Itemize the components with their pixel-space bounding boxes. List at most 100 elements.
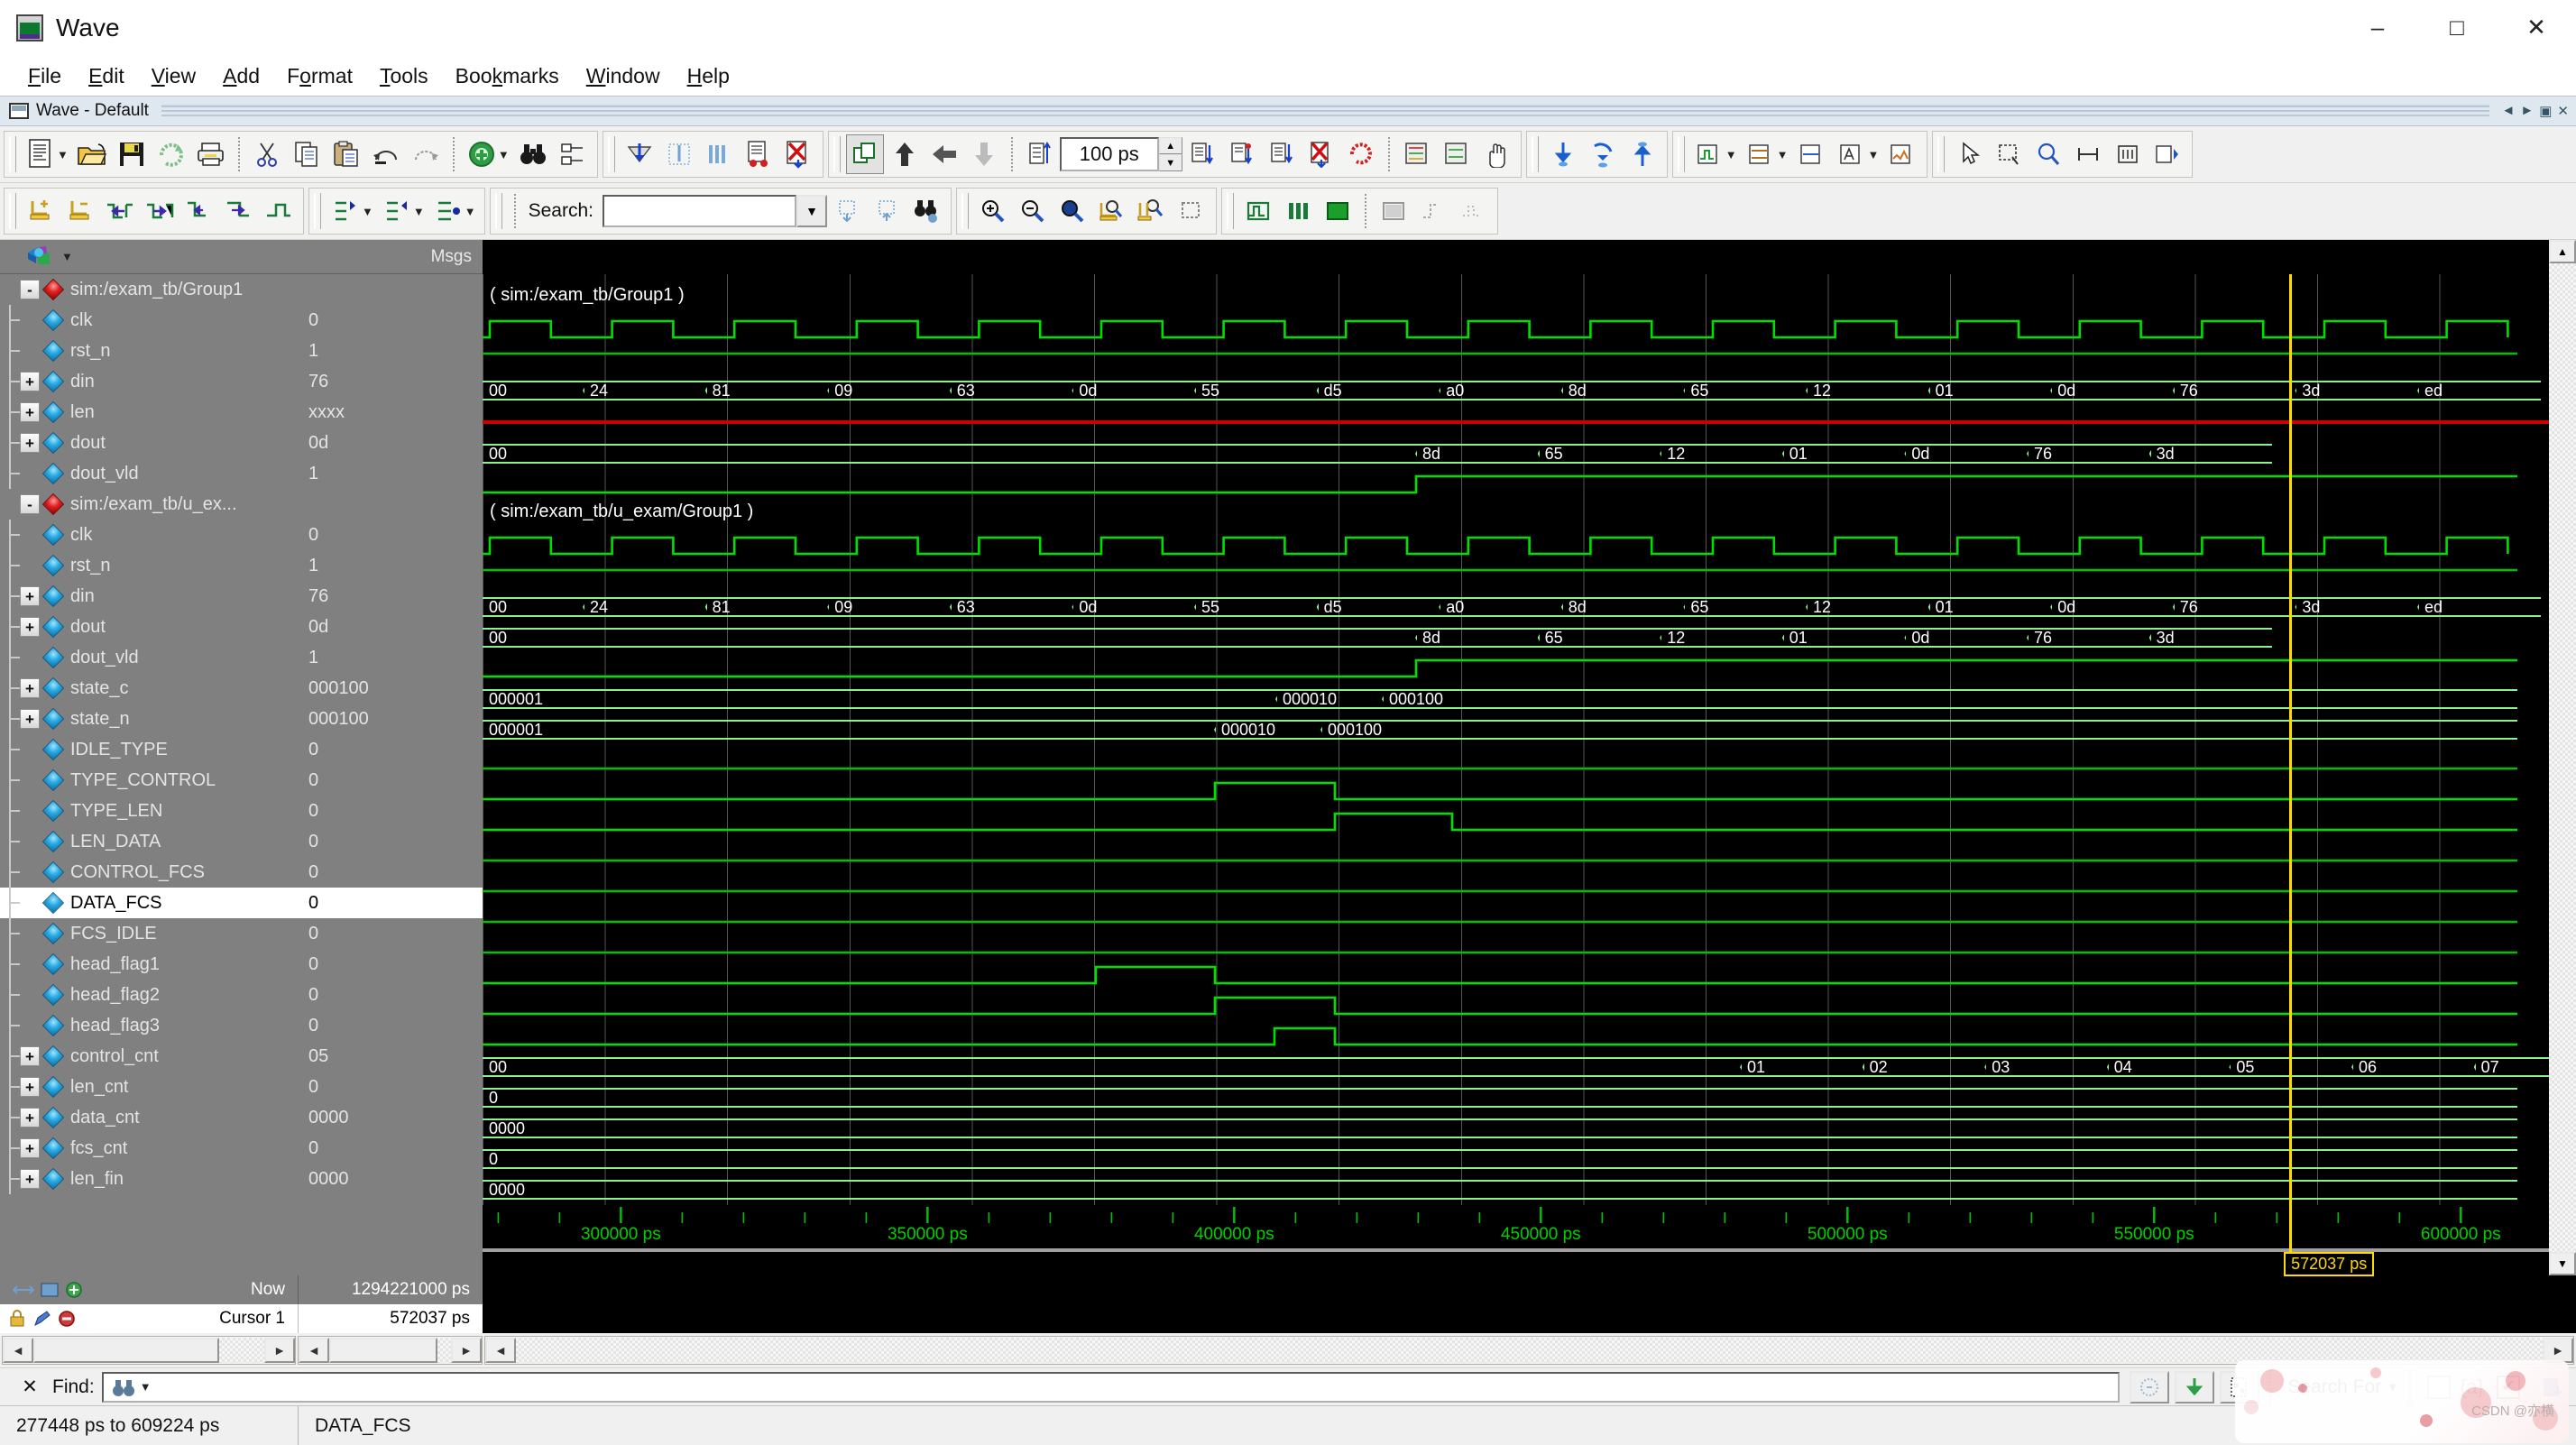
cursor-label-cell[interactable]: Cursor 1 [0, 1304, 298, 1333]
names-scroll-right[interactable]: ► [264, 1338, 295, 1363]
expander-expand-icon[interactable]: + [20, 372, 40, 391]
zoom-cursor-icon[interactable] [1093, 191, 1131, 231]
wave-style-bar-icon[interactable] [1279, 191, 1317, 231]
bookmark-next-icon[interactable] [1584, 134, 1622, 174]
maximize-button[interactable]: □ [2417, 0, 2497, 55]
run-icon[interactable] [1183, 134, 1221, 174]
signal-row-fcs_idle[interactable]: FCS_IDLE [0, 918, 298, 949]
undock-icon[interactable]: ▣ [2539, 103, 2552, 119]
hand-pan-icon[interactable] [1477, 134, 1515, 174]
new-document-icon[interactable] [22, 134, 60, 174]
signal-row-fcs_cnt[interactable]: +fcs_cnt [0, 1133, 298, 1164]
wave-default-tabstrip[interactable]: Wave - Default ◄ ► ▣ ✕ [0, 96, 2576, 126]
search-exact-checkbox[interactable] [2427, 1376, 2451, 1399]
signal-row-data_fcs[interactable]: DATA_FCS [0, 888, 298, 918]
run-all-icon[interactable] [740, 134, 777, 174]
wave-scroll-right[interactable]: ► [2543, 1338, 2573, 1363]
find-case-icon[interactable] [2130, 1371, 2169, 1404]
close-button[interactable]: ✕ [2497, 0, 2576, 55]
signal-row-din[interactable]: +din [0, 581, 298, 612]
names-scroll-left[interactable]: ◄ [3, 1338, 33, 1363]
annotate-tool-icon[interactable] [2109, 134, 2147, 174]
signal-row-head_flag2[interactable]: head_flag2 [0, 980, 298, 1010]
pointer-tool-icon[interactable] [1950, 134, 1988, 174]
menu-view[interactable]: View [138, 60, 209, 92]
dock-left-icon[interactable]: ◄ [2502, 103, 2516, 119]
signal-row-head_flag1[interactable]: head_flag1 [0, 949, 298, 980]
add-wave-icon[interactable] [463, 134, 501, 174]
break-simulation-icon[interactable] [779, 134, 817, 174]
delete-cursor-icon[interactable] [61, 191, 99, 231]
signal-row-din[interactable]: +din [0, 366, 298, 397]
scroll-up-arrow[interactable]: ▲ [2549, 240, 2576, 263]
open-folder-icon[interactable] [73, 134, 111, 174]
wave-style-dither-icon[interactable] [1375, 191, 1412, 231]
wave-style-outline-icon[interactable] [1414, 191, 1452, 231]
save-icon[interactable] [113, 134, 151, 174]
values-scroll-right[interactable]: ► [451, 1338, 482, 1363]
waveform-canvas[interactable]: ( sim:/exam_tb/Group1 )00248109630d55d5a… [483, 274, 2549, 1205]
signal-row-len_fin[interactable]: +len_fin [0, 1164, 298, 1194]
bookmark-prev-icon[interactable] [1624, 134, 1661, 174]
find-prev-transition-icon[interactable] [101, 191, 139, 231]
toolbar-handle-7[interactable] [9, 193, 16, 229]
find-falling-edge-icon[interactable] [180, 191, 218, 231]
find-any-edge-icon[interactable] [260, 191, 298, 231]
run-length-input[interactable]: 100 ps [1060, 137, 1159, 171]
bookmark-add-icon[interactable] [1544, 134, 1582, 174]
menu-edit[interactable]: Edit [75, 60, 138, 92]
menu-add[interactable]: Add [209, 60, 273, 92]
stepper-up[interactable]: ▲ [1159, 137, 1182, 154]
measure-tool-icon[interactable] [2069, 134, 2107, 174]
find-rising-edge-icon[interactable] [220, 191, 258, 231]
stop-simulation-icon[interactable] [1302, 134, 1340, 174]
cursor-row-icons[interactable] [0, 1310, 76, 1328]
expander-expand-icon[interactable]: + [20, 586, 40, 606]
signal-row-type_len[interactable]: TYPE_LEN [0, 796, 298, 826]
signal-row-dout_vld[interactable]: dout_vld [0, 458, 298, 489]
zoom-in-icon[interactable] [974, 191, 1012, 231]
signal-row-dout_vld[interactable]: dout_vld [0, 642, 298, 673]
signal-row-clk[interactable]: clk [0, 305, 298, 336]
wave-scroll-track[interactable] [516, 1338, 2543, 1363]
wave-scroll-left[interactable]: ◄ [485, 1338, 516, 1363]
signal-row-clk[interactable]: clk [0, 520, 298, 550]
menu-tools[interactable]: Tools [366, 60, 442, 92]
scroll-track[interactable] [2549, 263, 2576, 1252]
group-objects-icon[interactable] [846, 134, 884, 174]
toolbar-handle-6[interactable] [1937, 136, 1945, 172]
expander-expand-icon[interactable]: + [20, 1169, 40, 1189]
regex-icon[interactable]: {a} [2460, 1376, 2484, 1399]
paste-icon[interactable] [327, 134, 365, 174]
tabstrip-drag-grip[interactable] [161, 105, 2489, 117]
signal-names-list[interactable]: -sim:/exam_tb/Group1clkrst_n+din+len+dou… [0, 274, 298, 1275]
find-dropdown-icon[interactable]: ▼ [140, 1380, 152, 1394]
zoom-out-icon[interactable] [1014, 191, 1052, 231]
run-continue-icon[interactable] [1223, 134, 1261, 174]
signal-row-head_flag3[interactable]: head_flag3 [0, 1010, 298, 1041]
step-icon[interactable] [1263, 134, 1301, 174]
expander-expand-icon[interactable]: + [20, 1108, 40, 1127]
menu-window[interactable]: Window [573, 60, 674, 92]
zoom-in-tool-icon[interactable] [2029, 134, 2067, 174]
signal-row-idle_type[interactable]: IDLE_TYPE [0, 734, 298, 765]
expander-expand-icon[interactable]: + [20, 433, 40, 453]
undo-icon[interactable] [367, 134, 405, 174]
move-left-icon[interactable] [925, 134, 963, 174]
wave-style-filled-icon[interactable] [1319, 191, 1357, 231]
search-input[interactable] [603, 195, 796, 227]
tab-close-icon[interactable]: ✕ [2557, 103, 2569, 119]
waveform-vertical-scrollbar[interactable]: ▲ ▼ [2549, 240, 2576, 1275]
names-scroll-thumb[interactable] [33, 1338, 219, 1363]
zoom-select-tool-icon[interactable] [1990, 134, 2028, 174]
run-length-stepper[interactable]: ▲ ▼ [1159, 137, 1182, 171]
radix-decimal-icon[interactable] [1793, 134, 1831, 174]
toolbar-handle-2[interactable] [608, 136, 615, 172]
expander-expand-icon[interactable]: + [20, 709, 40, 729]
search-dropdown-icon[interactable]: ▼ [796, 195, 827, 227]
insert-cursor-icon[interactable] [22, 191, 60, 231]
toolbar-handle-3[interactable] [833, 136, 841, 172]
tabstrip-buttons[interactable]: ◄ ► ▣ ✕ [2502, 103, 2576, 119]
find-input[interactable]: ▼ [102, 1372, 2121, 1403]
radix-hex-icon[interactable] [1742, 134, 1780, 174]
